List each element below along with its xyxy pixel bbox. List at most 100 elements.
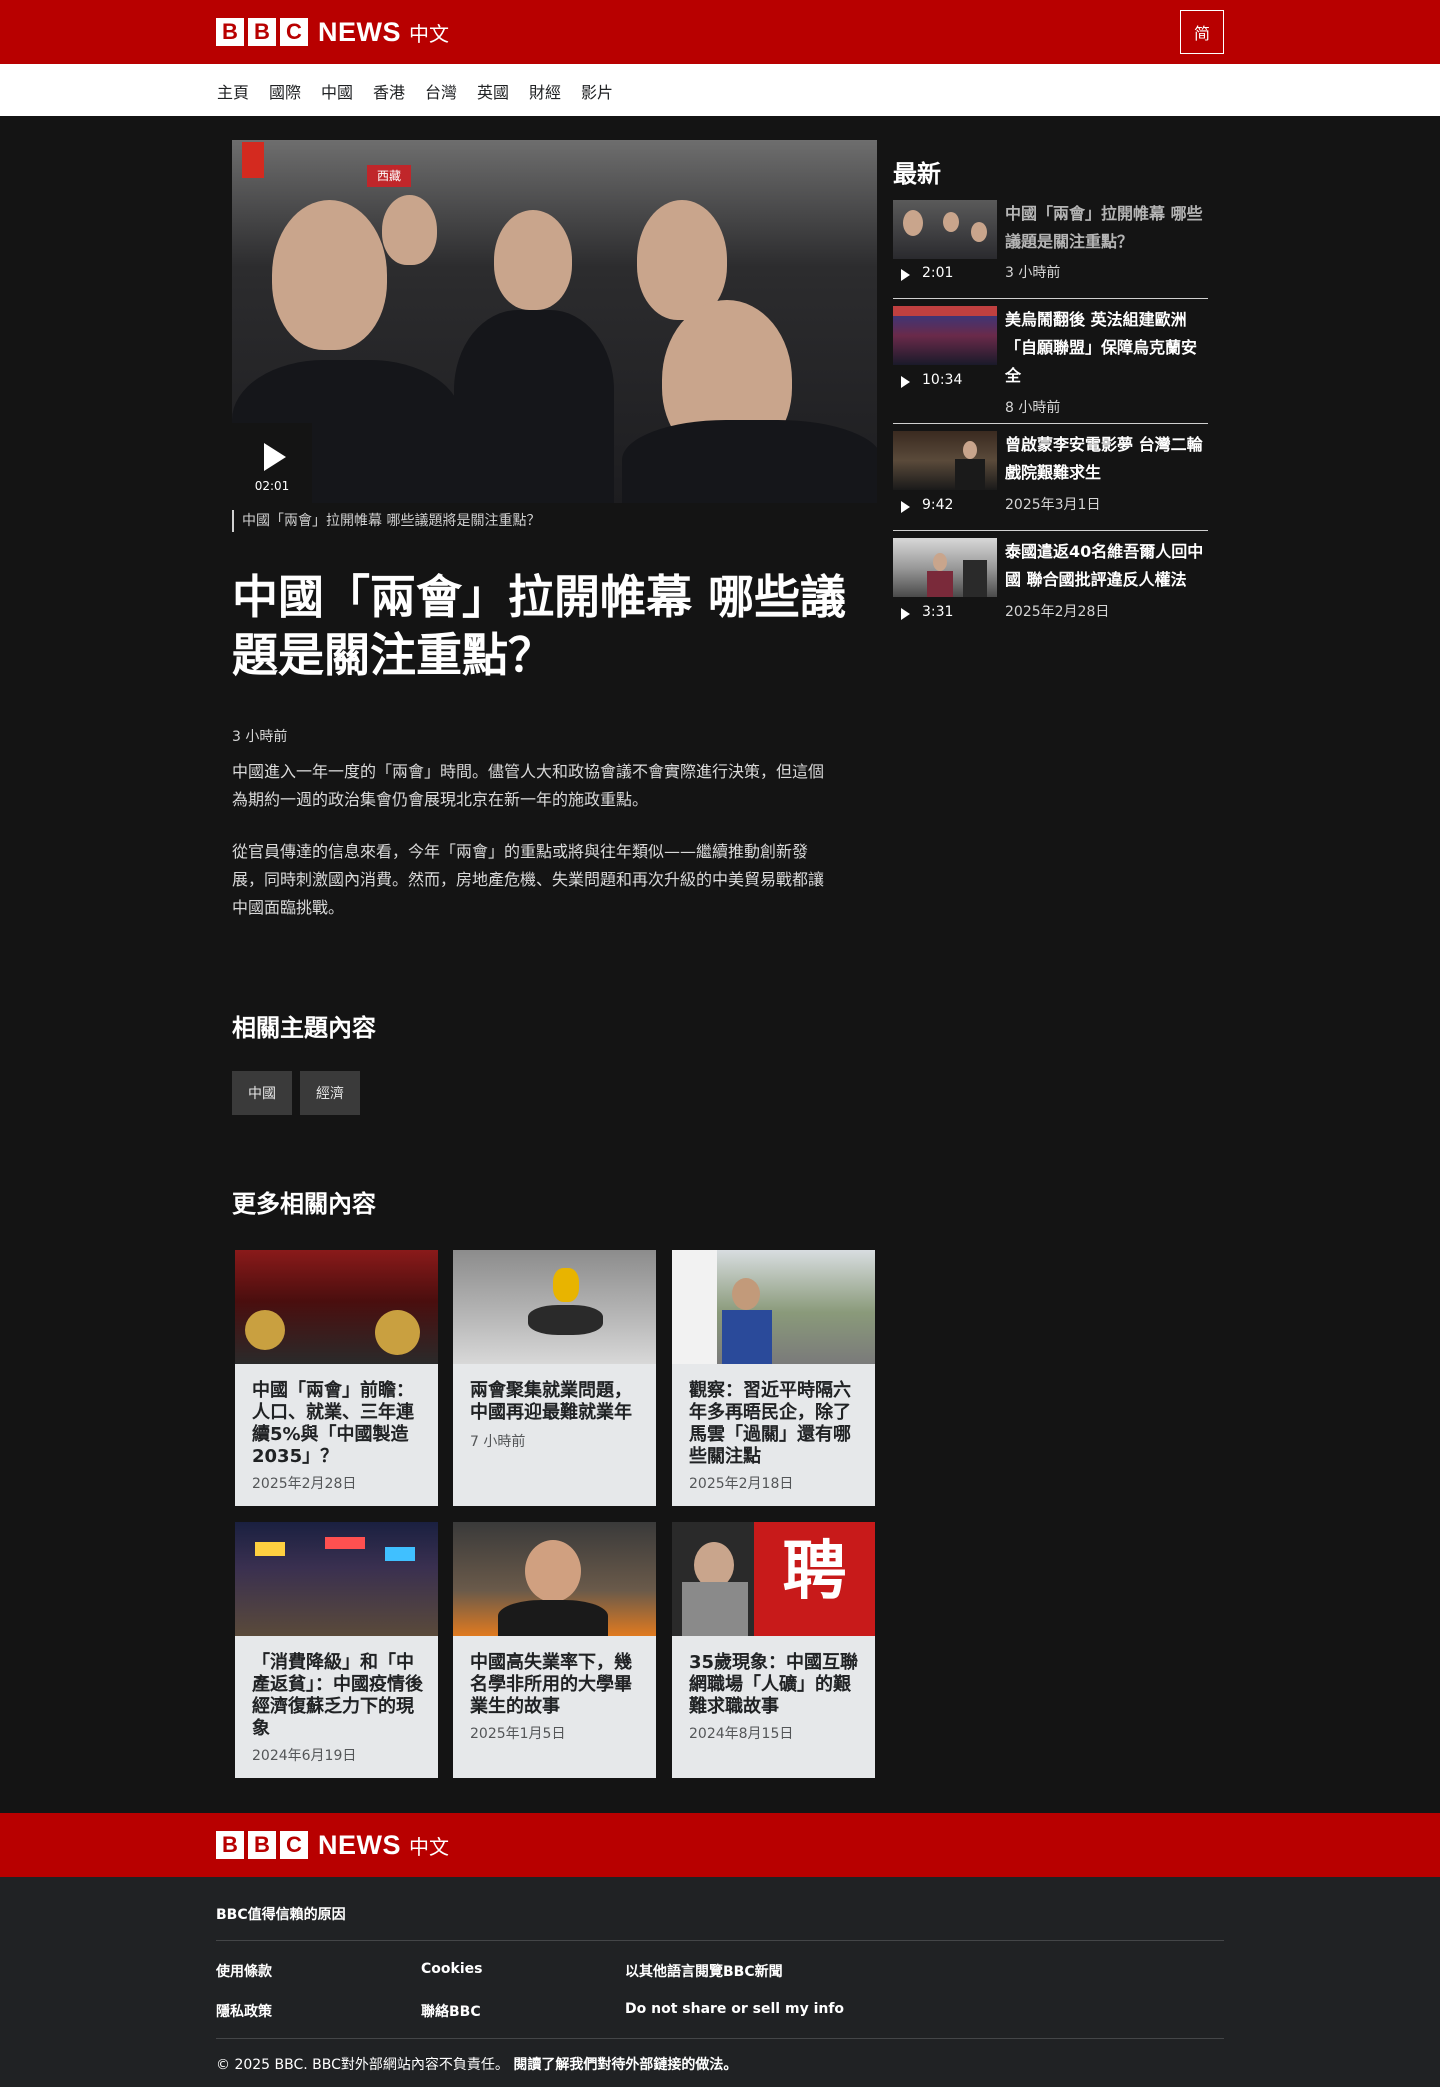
logo-letter-b1: B	[216, 1831, 244, 1859]
divider	[216, 2038, 1224, 2039]
play-icon	[901, 376, 910, 388]
related-card-title: 中國高失業率下，幾名學非所用的大學畢業生的故事	[470, 1652, 632, 1717]
logo-news-text: NEWS	[318, 1829, 401, 1860]
logo-language-text: 中文	[409, 21, 449, 46]
latest-item-headline[interactable]: 曾啟蒙李安電影夢 台灣二輪戲院艱難求生	[1005, 431, 1208, 487]
person-face	[525, 1540, 581, 1602]
neon-sign-image	[255, 1542, 285, 1556]
footer-link-privacy[interactable]: 隱私政策	[216, 2001, 272, 2021]
related-card-date: 2025年1月5日	[470, 1726, 566, 1742]
divider	[893, 298, 1208, 299]
related-card-title: 中國「兩會」前瞻：人口、就業、三年連續5%與「中國製造2035」？	[252, 1380, 414, 1467]
flags-image	[893, 306, 997, 316]
person-suit	[963, 560, 987, 597]
delegation-sign: 西藏	[367, 165, 411, 187]
footer-copyright: © 2025 BBC. BBC對外部網站內容不負責任。 閱讀了解我們對待外部鏈接…	[216, 2054, 737, 2074]
footer-link-terms[interactable]: 使用條款	[216, 1961, 272, 1981]
logo-letter-c: C	[280, 18, 308, 46]
latest-item-thumbnail	[893, 538, 997, 597]
scarf-image	[682, 1582, 748, 1636]
bbc-news-logo[interactable]: B B C NEWS 中文	[216, 16, 449, 48]
latest-item-thumbnail	[893, 200, 997, 259]
footer-link-contact[interactable]: 聯絡BBC	[421, 2001, 481, 2021]
person-face	[382, 195, 437, 265]
latest-section-title: 最新	[893, 160, 941, 188]
logo-news-text: NEWS	[318, 16, 401, 47]
latest-item-headline[interactable]: 中國「兩會」拉開帷幕 哪些議題是關注重點？	[1005, 200, 1208, 256]
related-card-image: 聘	[672, 1522, 875, 1636]
related-card-image	[453, 1250, 656, 1364]
nav-item-taiwan[interactable]: 台灣	[425, 79, 457, 103]
related-card-date: 2024年6月19日	[252, 1748, 357, 1764]
topic-tag-china[interactable]: 中國	[232, 1071, 292, 1115]
neon-sign-image	[325, 1537, 365, 1549]
nav-item-hongkong[interactable]: 香港	[373, 79, 405, 103]
footer-link-other-languages[interactable]: 以其他語言閱覽BBC新聞	[625, 1961, 783, 1981]
hero-video-duration: 02:01	[254, 479, 290, 493]
person-face	[963, 441, 977, 459]
related-card-date: 2025年2月28日	[252, 1476, 357, 1492]
hero-play-button[interactable]: 02:01	[232, 423, 312, 503]
black-shirt-image	[498, 1600, 608, 1636]
related-card[interactable]: 兩會聚集就業問題，中國再迎最難就業年 7 小時前	[453, 1250, 656, 1506]
related-card[interactable]: 聘 35歲現象：中國互聯網職場「人礦」的艱難求職故事 2024年8月15日	[672, 1522, 875, 1778]
logo-language-text: 中文	[409, 1834, 449, 1859]
related-card[interactable]: 觀察：習近平時隔六年多再晤民企，除了馬雲「過關」還有哪些關注點 2025年2月1…	[672, 1250, 875, 1506]
latest-item-duration: 2:01	[922, 265, 954, 281]
nav-item-video[interactable]: 影片	[581, 79, 613, 103]
related-card-title: 觀察：習近平時隔六年多再晤民企，除了馬雲「過關」還有哪些關注點	[689, 1380, 851, 1467]
related-card-title: 兩會聚集就業問題，中國再迎最難就業年	[470, 1380, 632, 1423]
article-paragraph-1: 中國進入一年一度的「兩會」時間。儘管人大和政協會議不會實際進行決策，但這個為期約…	[232, 762, 825, 809]
related-card-title: 35歲現象：中國互聯網職場「人礦」的艱難求職故事	[689, 1652, 859, 1717]
latest-item-headline[interactable]: 泰國遣返40名維吾爾人回中國 聯合國批評違反人權法	[1005, 538, 1208, 594]
blue-shirt-image	[722, 1310, 772, 1364]
person-face	[903, 210, 923, 236]
brass-horn-image	[245, 1310, 285, 1350]
latest-item-headline[interactable]: 美烏鬧翻後 英法組建歐洲「自願聯盟」保障烏克蘭安全	[1005, 306, 1208, 390]
article-paragraph-2: 從官員傳達的信息來看，今年「兩會」的重點或將與往年類似——繼續推動創新發展，同時…	[232, 842, 825, 917]
latest-item[interactable]: 9:42 曾啟蒙李安電影夢 台灣二輪戲院艱難求生 2025年3月1日	[893, 431, 1208, 523]
hero-caption: 中國「兩會」拉開帷幕 哪些議題將是關注重點？	[232, 510, 540, 532]
van-image	[672, 1250, 717, 1364]
nav-item-china[interactable]: 中國	[321, 79, 353, 103]
topic-tag-economy[interactable]: 經濟	[300, 1071, 360, 1115]
person-face	[933, 553, 947, 571]
related-card[interactable]: 中國「兩會」前瞻：人口、就業、三年連續5%與「中國製造2035」？ 2025年2…	[235, 1250, 438, 1506]
related-card[interactable]: 中國高失業率下，幾名學非所用的大學畢業生的故事 2025年1月5日	[453, 1522, 656, 1778]
related-card-date: 2025年2月18日	[689, 1476, 794, 1492]
footer-link-do-not-sell[interactable]: Do not share or sell my info	[625, 2001, 844, 2017]
latest-item-duration: 10:34	[922, 372, 963, 388]
divider	[216, 1940, 1224, 1941]
nav-item-finance[interactable]: 財經	[529, 79, 561, 103]
logo-letter-b1: B	[216, 18, 244, 46]
footer-brand-bar: B B C NEWS 中文	[0, 1813, 1440, 1877]
logo-letter-b2: B	[248, 1831, 276, 1859]
latest-item-thumbnail	[893, 306, 997, 365]
related-card-image	[235, 1250, 438, 1364]
brass-horn-image	[375, 1310, 420, 1355]
simplified-chinese-toggle-button[interactable]: 简	[1180, 10, 1224, 54]
play-icon	[901, 501, 910, 513]
logo-letter-b2: B	[248, 18, 276, 46]
person-suit	[454, 310, 614, 503]
article-headline: 中國「兩會」拉開帷幕 哪些議題是關注重點？	[232, 570, 847, 682]
hero-video-image[interactable]: 西藏	[232, 140, 877, 503]
latest-item[interactable]: 10:34 美烏鬧翻後 英法組建歐洲「自願聯盟」保障烏克蘭安全 8 小時前	[893, 306, 1208, 416]
related-card-date: 7 小時前	[470, 1434, 526, 1450]
nav-item-home[interactable]: 主頁	[217, 79, 249, 103]
footer-link-cookies[interactable]: Cookies	[421, 1961, 482, 1977]
copyright-text: © 2025 BBC. BBC對外部網站內容不負責任。	[216, 2057, 509, 2073]
divider	[893, 423, 1208, 424]
external-links-policy-link[interactable]: 閱讀了解我們對待外部鏈接的做法。	[513, 2057, 737, 2073]
nav-item-international[interactable]: 國際	[269, 79, 301, 103]
related-card[interactable]: 「消費降級」和「中產返貧」：中國疫情後經濟復蘇乏力下的現象 2024年6月19日	[235, 1522, 438, 1778]
latest-item[interactable]: 3:31 泰國遣返40名維吾爾人回中國 聯合國批評違反人權法 2025年2月28…	[893, 538, 1208, 630]
latest-item-date: 3 小時前	[1005, 265, 1061, 281]
person-face	[494, 210, 572, 310]
bbc-news-logo[interactable]: B B C NEWS 中文	[216, 1829, 449, 1861]
divider	[893, 530, 1208, 531]
nav-item-uk[interactable]: 英國	[477, 79, 509, 103]
footer-link-trust[interactable]: BBC值得信賴的原因	[216, 1904, 346, 1924]
main-navigation: 主頁 國際 中國 香港 台灣 英國 財經 影片	[0, 64, 1440, 116]
latest-item[interactable]: 2:01 中國「兩會」拉開帷幕 哪些議題是關注重點？ 3 小時前	[893, 200, 1208, 290]
